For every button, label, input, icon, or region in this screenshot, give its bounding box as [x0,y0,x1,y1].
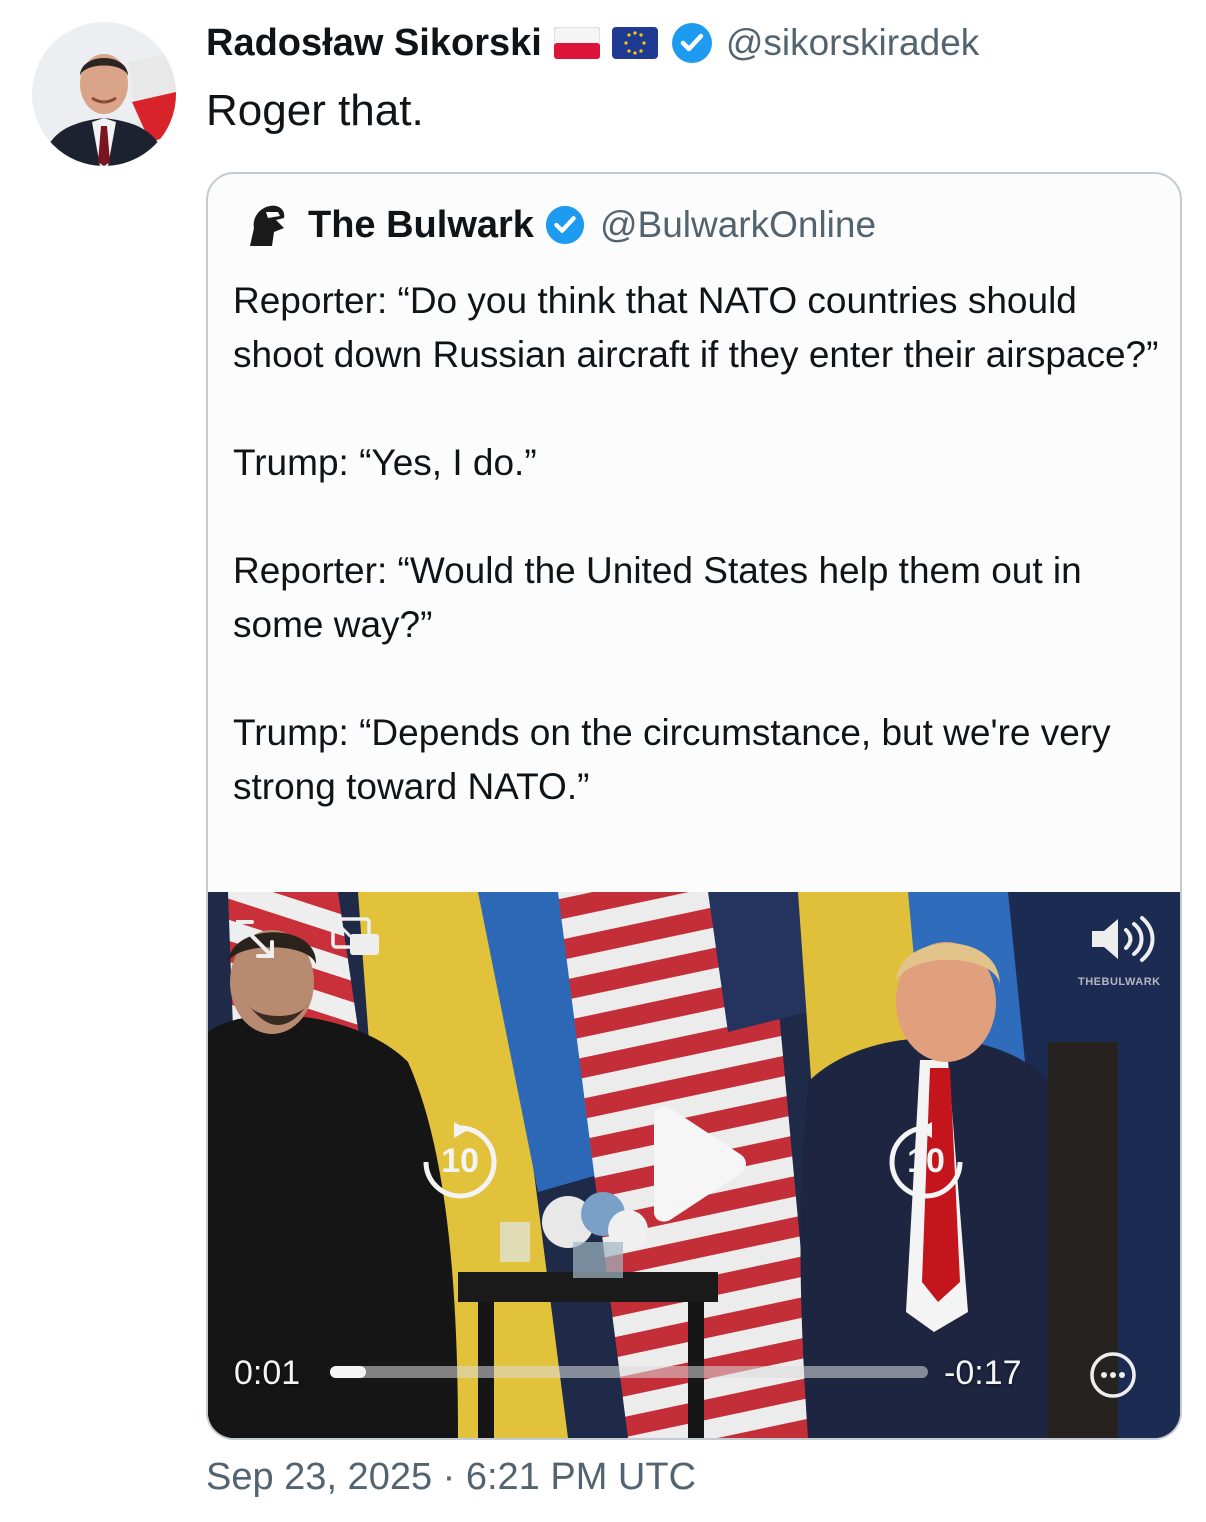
quoted-paragraph: Trump: “Yes, I do.” [233,442,537,483]
quoted-author-name[interactable]: The Bulwark [308,204,534,247]
post-timestamp[interactable]: Sep 23, 2025 · 6:21 PM UTC [206,1456,696,1499]
quoted-post-text: Reporter: “Do you think that NATO countr… [233,274,1168,814]
rewind-10-button[interactable]: 10 [420,1122,500,1202]
quoted-post-header: The Bulwark @BulwarkOnline [240,200,876,250]
verified-badge-icon[interactable] [670,21,714,65]
verified-badge-icon[interactable] [544,204,586,246]
quoted-paragraph: Reporter: “Do you think that NATO countr… [233,280,1159,375]
progress-bar[interactable] [330,1366,928,1378]
elapsed-time: 0:01 [234,1354,301,1392]
play-icon[interactable] [640,1104,750,1224]
picture-in-picture-icon[interactable] [330,916,382,958]
video-player[interactable]: THEBULWARK 10 10 0:01 -0:17 [208,892,1180,1438]
remaining-time: -0:17 [944,1354,1022,1392]
bulwark-watermark: THEBULWARK [1078,976,1161,988]
author-handle[interactable]: @sikorskiradek [726,22,979,64]
poland-flag-icon [553,27,600,59]
quoted-author-handle[interactable]: @BulwarkOnline [600,204,876,246]
avatar-image [32,22,176,166]
forward-10-label: 10 [907,1142,945,1180]
post-header: Radosław Sikorski @sikorskiradek [206,18,979,68]
rewind-10-label: 10 [441,1142,479,1180]
bulwark-logo-icon[interactable] [240,198,294,252]
eu-flag-icon [611,27,658,59]
more-options-icon[interactable] [1088,1350,1138,1400]
volume-icon[interactable] [1086,914,1156,964]
post-text: Roger that. [206,86,424,135]
quoted-paragraph: Trump: “Depends on the circumstance, but… [233,712,1111,807]
quoted-paragraph: Reporter: “Would the United States help … [233,550,1082,645]
quoted-post-card[interactable]: The Bulwark @BulwarkOnline Reporter: “Do… [206,172,1182,1440]
progress-fill [330,1366,366,1378]
forward-10-button[interactable]: 10 [886,1122,966,1202]
avatar[interactable] [32,22,176,166]
author-name[interactable]: Radosław Sikorski [206,22,542,65]
expand-icon[interactable] [232,916,278,962]
